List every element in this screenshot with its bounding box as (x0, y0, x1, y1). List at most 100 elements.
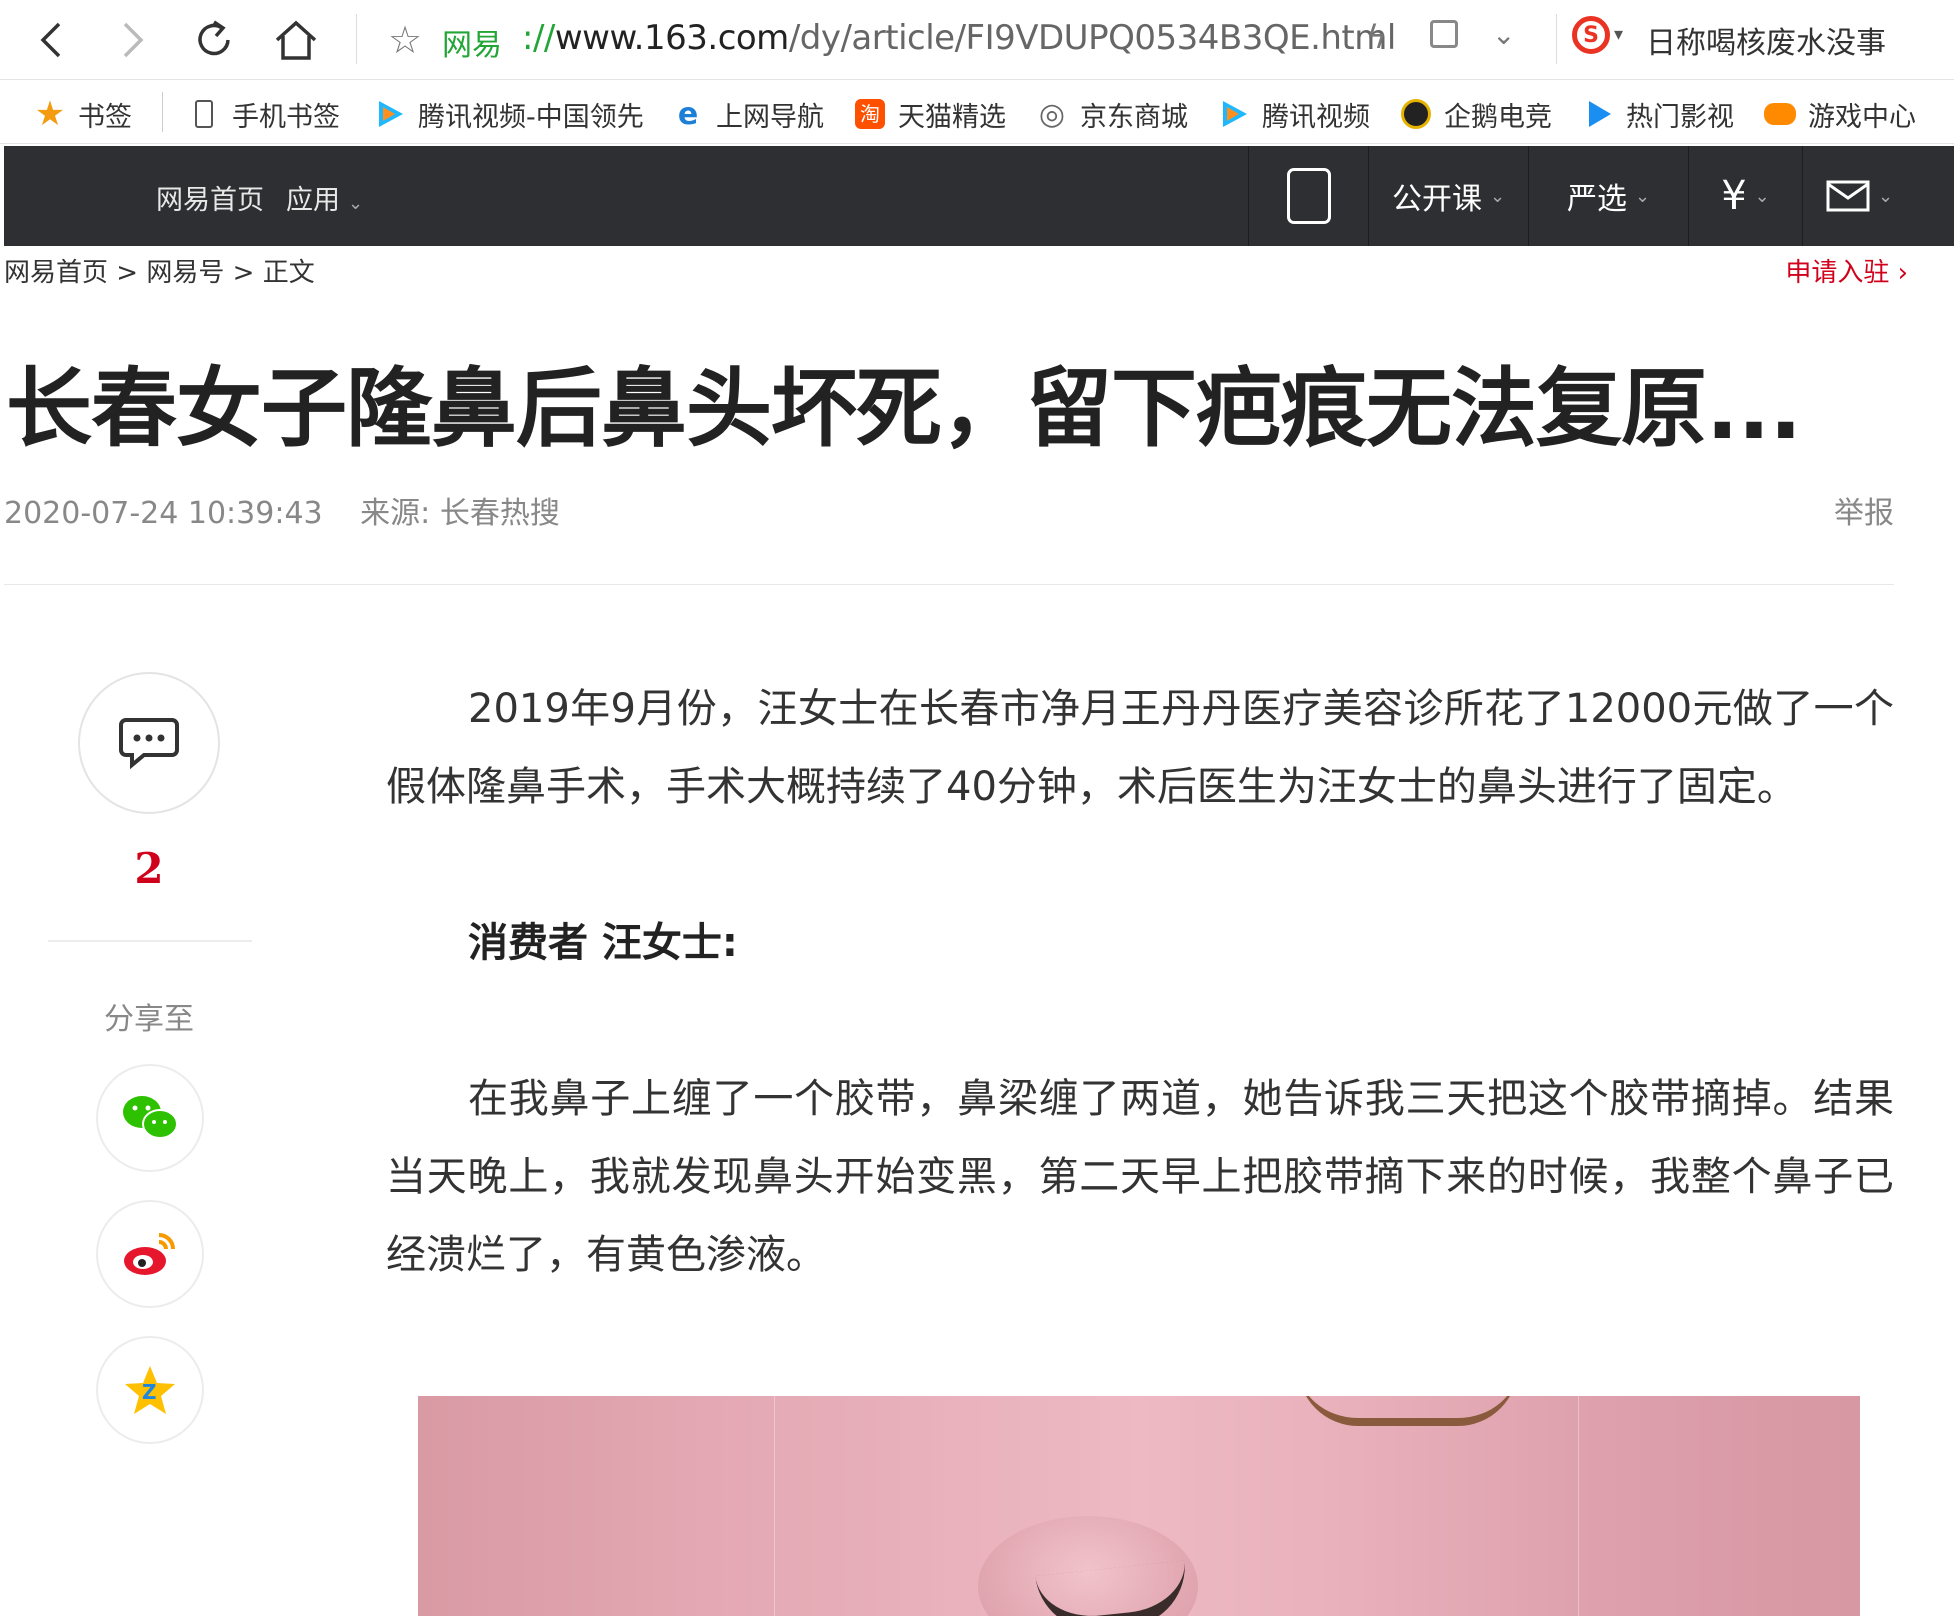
reload-button[interactable] (186, 12, 242, 68)
share-wechat-button[interactable] (96, 1064, 204, 1172)
bookmark-label: 企鹅电竞 (1444, 101, 1552, 133)
article-paragraph: 在我鼻子上缠了一个胶带，鼻梁缠了两道，她告诉我三天把这个胶带摘掉。结果当天晚上，… (386, 1076, 1894, 1278)
article-subheading: 消费者 汪女士: (468, 920, 738, 966)
bookmark-item[interactable]: e 上网导航 (672, 94, 824, 134)
bookmarks-bar: ★ 书签 手机书签 腾讯视频-中国领先 e 上网导航 淘天猫精选 ◎ 京东商城 腾讯视… (0, 80, 1954, 144)
yen-icon: ¥ (1721, 173, 1747, 219)
nav-payment-menu[interactable]: ¥ ⌄ (1688, 146, 1802, 246)
phone-icon (188, 98, 220, 130)
publish-datetime: 2020-07-24 10:39:43 (4, 496, 323, 531)
nav-mobile-app[interactable] (1248, 146, 1368, 246)
breadcrumb: 网易首页 > 网易号 > 正文 (4, 252, 315, 289)
bookmark-item[interactable]: 游戏中心 (1764, 94, 1916, 134)
bookmark-item[interactable]: ◎ 京东商城 (1036, 94, 1188, 134)
qzone-icon: Z (125, 1366, 175, 1414)
nav-open-course-label: 公开课 (1391, 182, 1482, 217)
comment-icon (119, 718, 179, 770)
bookmark-label: 游戏中心 (1808, 101, 1916, 133)
apply-join-link[interactable]: 申请入驻 › (1785, 252, 1908, 289)
nav-apps-label: 应用 (286, 185, 340, 216)
home-button[interactable] (268, 12, 324, 68)
chevron-left-icon (40, 22, 61, 58)
bookmark-star-icon[interactable]: ☆ (388, 18, 422, 62)
breadcrumb-current: 正文 (262, 258, 315, 288)
hot-search-text[interactable]: 日称喝核废水没事 (1646, 18, 1886, 62)
chevron-down-icon: ⌄ (1877, 185, 1894, 207)
bookmark-label: 书签 (78, 101, 132, 133)
chevron-down-icon: ⌄ (1489, 185, 1506, 207)
chevron-right-icon (123, 22, 144, 58)
penguin-icon (1400, 98, 1432, 130)
svg-text:Z: Z (142, 1380, 157, 1404)
mail-icon (1826, 180, 1870, 212)
share-qzone-button[interactable]: Z (96, 1336, 204, 1444)
sogou-search-icon[interactable]: S (1572, 16, 1610, 54)
bookmark-label: 腾讯视频 (1262, 101, 1370, 133)
comment-button[interactable] (78, 672, 220, 814)
article-body: 2019年9月份，汪女士在长春市净月王丹丹医疗美容诊所花了12000元做了一个假… (386, 670, 1894, 1294)
bookmark-item[interactable]: ★ 书签 (34, 94, 132, 134)
report-link[interactable]: 举报 (1834, 488, 1894, 532)
article-source[interactable]: 来源: 长春热搜 (360, 496, 560, 531)
chevron-down-icon[interactable]: ⌄ (1492, 18, 1515, 51)
bookmark-item[interactable]: 热门影视 (1582, 94, 1734, 134)
bookmark-label: 腾讯视频-中国领先 (418, 101, 644, 133)
weibo-icon (124, 1233, 175, 1275)
bookmark-item[interactable]: 企鹅电竞 (1400, 94, 1552, 134)
caret-down-icon[interactable]: ▾ (1614, 24, 1623, 45)
url-path: /dy/article/FI9VDUPQ0534B3QE.html (788, 18, 1397, 58)
nav-apps-menu[interactable]: 应用 ⌄ (286, 178, 363, 217)
reload-icon (198, 20, 230, 56)
bookmark-label: 手机书签 (232, 101, 340, 133)
bookmark-label: 天猫精选 (898, 101, 1006, 133)
ie-icon: e (677, 96, 699, 132)
back-button[interactable] (24, 12, 80, 68)
article-title: 长春女子隆鼻后鼻头坏死，留下疤痕无法复原... (6, 359, 1802, 459)
nav-yanxuan-menu[interactable]: 严选 ⌄ (1528, 146, 1688, 246)
bookmark-item[interactable]: 腾讯视频 (1218, 94, 1370, 134)
nav-open-course-menu[interactable]: 公开课 ⌄ (1368, 146, 1528, 246)
toolbar-divider (356, 14, 357, 64)
tencent-video-icon (1218, 98, 1250, 130)
article-meta: 2020-07-24 10:39:43 来源: 长春热搜 (4, 488, 560, 532)
share-label: 分享至 (104, 1002, 194, 1037)
bookmark-label: 热门影视 (1626, 101, 1734, 133)
bookmark-item[interactable]: 腾讯视频-中国领先 (374, 94, 646, 134)
forward-button[interactable] (104, 12, 160, 68)
wechat-icon (123, 1096, 178, 1139)
url-site-label: 网易 (442, 28, 502, 63)
chevron-down-icon: ⌄ (1754, 185, 1770, 207)
bookmark-label: 上网导航 (716, 101, 824, 133)
share-icon[interactable] (1430, 20, 1458, 48)
chevron-right-icon: › (1897, 258, 1908, 288)
apply-join-label: 申请入驻 (1785, 258, 1890, 288)
star-icon: ★ (34, 94, 66, 134)
breadcrumb-separator: > (116, 258, 139, 288)
article-paragraph: 2019年9月份，汪女士在长春市净月王丹丹医疗美容诊所花了12000元做了一个假… (386, 686, 1894, 810)
tmall-icon: 淘 (854, 98, 886, 130)
breadcrumb-separator: > (232, 258, 255, 288)
browser-toolbar: ☆ 网易 ://www.163.com/dy/article/FI9VDUPQ0… (0, 0, 1954, 80)
url-scheme: :// (522, 18, 555, 58)
chevron-down-icon: ⌄ (348, 193, 364, 214)
breadcrumb-home[interactable]: 网易首页 (4, 258, 108, 288)
breadcrumb-channel[interactable]: 网易号 (146, 258, 224, 288)
url-host: www.163.com (554, 18, 789, 58)
bookmark-label: 京东商城 (1080, 101, 1188, 133)
comment-count[interactable]: 2 (48, 844, 250, 893)
nav-mail-menu[interactable]: ⌄ (1802, 146, 1916, 246)
lightning-icon[interactable]: ϟ (1366, 18, 1387, 56)
home-icon (275, 20, 317, 60)
share-weibo-button[interactable] (96, 1200, 204, 1308)
bookmark-item[interactable]: 淘天猫精选 (854, 94, 1006, 134)
chevron-down-icon: ⌄ (1634, 185, 1651, 207)
side-divider (48, 940, 252, 942)
globe-icon: ◎ (1038, 96, 1066, 132)
tencent-video-icon (374, 98, 406, 130)
play-icon (1582, 98, 1614, 130)
nav-home-link[interactable]: 网易首页 (156, 178, 264, 217)
bookmarks-divider (162, 92, 163, 132)
bookmark-item[interactable]: 手机书签 (188, 94, 340, 134)
address-bar[interactable]: ://www.163.com/dy/article/FI9VDUPQ0534B3… (522, 18, 1396, 58)
toolbar-divider (1556, 14, 1557, 64)
